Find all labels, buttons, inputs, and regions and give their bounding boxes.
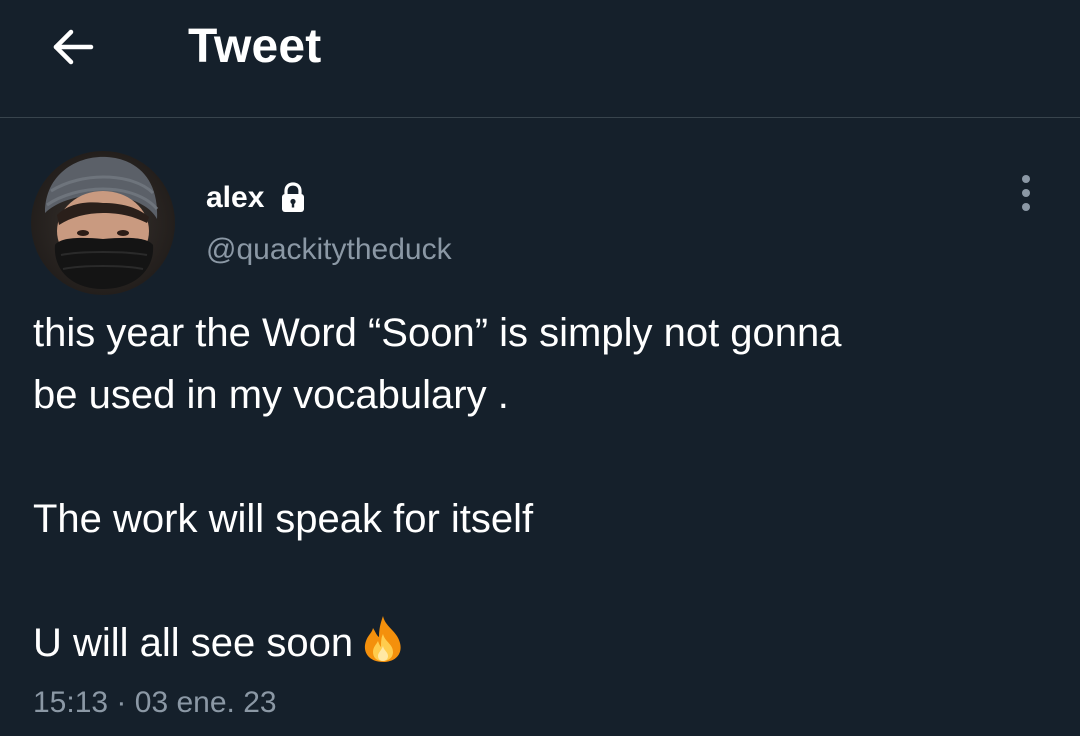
arrow-left-icon bbox=[53, 29, 94, 65]
tweet-time[interactable]: 15:13 bbox=[33, 686, 108, 719]
tweet-line: be used in my vocabulary . bbox=[33, 373, 509, 417]
author-display-name[interactable]: alex bbox=[206, 180, 264, 216]
more-options-button[interactable] bbox=[1004, 168, 1048, 218]
tweet-line: U will all see soon bbox=[33, 621, 354, 665]
author-handle[interactable]: @quackitytheduck bbox=[206, 232, 452, 268]
tweet-text: this year the Word “Soon” is simply not … bbox=[33, 302, 1043, 674]
page-title: Tweet bbox=[188, 20, 322, 73]
tweet-line: The work will speak for itself bbox=[33, 497, 534, 541]
avatar[interactable] bbox=[31, 151, 175, 295]
fire-icon bbox=[359, 614, 407, 664]
more-vertical-icon bbox=[1022, 175, 1030, 211]
tweet-timestamp[interactable]: 15:13 · 03 ene. 23 bbox=[33, 684, 277, 722]
back-button[interactable] bbox=[40, 14, 106, 80]
tweet-date[interactable]: 03 ene. 23 bbox=[135, 686, 277, 719]
tweet-last-line: U will all see soon bbox=[33, 612, 1043, 674]
tweet-line: this year the Word “Soon” is simply not … bbox=[33, 311, 842, 355]
avatar-image bbox=[31, 151, 175, 295]
header-bar: Tweet bbox=[0, 0, 1080, 118]
meta-separator: · bbox=[116, 686, 127, 719]
lock-icon bbox=[280, 182, 306, 214]
author-name-row[interactable]: alex bbox=[206, 180, 306, 216]
